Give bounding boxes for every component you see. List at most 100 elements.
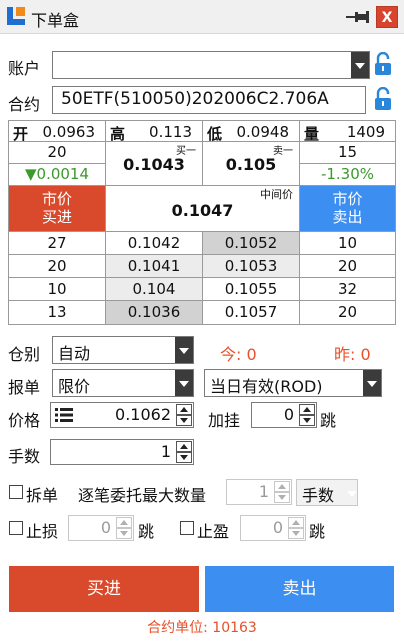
decrement-icon[interactable]	[274, 492, 290, 503]
change-pct: -1.30%	[300, 164, 396, 186]
tick-unit-label: 跳	[320, 411, 337, 430]
sell-button[interactable]: 卖出	[205, 566, 394, 612]
volume-cell: 量 1409	[300, 121, 396, 143]
low-cell: 低 0.0948	[203, 121, 300, 143]
add-ticks-value: 0	[283, 405, 294, 424]
depth-ask-price[interactable]: 0.1055	[203, 278, 300, 301]
high-value: 0.113	[149, 123, 192, 141]
validity-select[interactable]: 当日有效(ROD)	[204, 369, 382, 397]
mid-price-cell: 中间价 0.1047	[106, 186, 300, 232]
account-select[interactable]	[52, 51, 370, 79]
position-value: 自动	[58, 344, 91, 363]
split-unit-value: 手数	[302, 486, 335, 505]
depth-bid-price[interactable]: 0.104	[106, 278, 203, 301]
chevron-down-icon[interactable]	[363, 370, 381, 396]
split-max-label: 逐笔委托最大数量	[78, 486, 207, 505]
list-icon[interactable]	[55, 407, 73, 423]
split-label: 拆单	[26, 486, 59, 505]
depth-bid-size[interactable]: 27	[9, 232, 106, 255]
increment-icon[interactable]	[176, 441, 192, 452]
order-type-label: 报单	[8, 378, 41, 397]
add-ticks-stepper[interactable]: 0	[251, 402, 317, 428]
buy-button[interactable]: 买进	[9, 566, 199, 612]
mid-price: 0.1047	[171, 201, 234, 220]
decrement-icon[interactable]	[116, 528, 132, 539]
depth-ask-size[interactable]: 20	[300, 301, 396, 325]
volume-value: 1409	[346, 123, 385, 141]
depth-bid-size[interactable]: 10	[9, 278, 106, 301]
decrement-icon[interactable]	[299, 415, 315, 426]
stop-loss-checkbox[interactable]	[9, 521, 23, 535]
app-logo-icon	[7, 7, 25, 25]
market-sell-button[interactable]: 市价 卖出	[300, 186, 396, 232]
position-label: 仓别	[8, 345, 41, 364]
split-checkbox[interactable]	[9, 485, 23, 499]
order-type-select[interactable]: 限价	[52, 369, 194, 397]
change-value: ▼0.0014	[9, 164, 106, 186]
chevron-down-icon[interactable]	[175, 337, 193, 363]
increment-icon[interactable]	[288, 517, 304, 528]
stop-loss-tick-label: 跳	[138, 522, 155, 541]
add-ticks-label: 加挂	[208, 411, 241, 430]
split-max-value: 1	[258, 482, 269, 501]
bid-size[interactable]: 20	[9, 142, 106, 164]
split-unit-select[interactable]: 手数	[296, 479, 358, 506]
take-profit-value: 0	[272, 518, 283, 537]
stop-loss-stepper[interactable]: 0	[68, 515, 134, 541]
account-label: 账户	[8, 59, 41, 78]
take-profit-label: 止盈	[197, 522, 230, 541]
today-position: 今: 0	[220, 345, 257, 364]
ask-size[interactable]: 15	[300, 142, 396, 164]
open-value: 0.0963	[42, 123, 96, 141]
increment-icon[interactable]	[176, 404, 192, 415]
contract-value: 50ETF(510050)202006C2.706A	[61, 89, 329, 109]
price-value: 0.1062	[115, 405, 171, 424]
depth-bid-size[interactable]: 13	[9, 301, 106, 325]
price-label: 价格	[8, 411, 41, 430]
depth-ask-price[interactable]: 0.1057	[203, 301, 300, 325]
depth-ask-price[interactable]: 0.1053	[203, 255, 300, 278]
increment-icon[interactable]	[299, 404, 315, 415]
bid1-cell[interactable]: 买一 0.1043	[106, 142, 203, 186]
yesterday-position: 昨: 0	[334, 345, 371, 364]
depth-ask-size[interactable]: 10	[300, 232, 396, 255]
close-button[interactable]: X	[376, 6, 398, 28]
depth-ask-size[interactable]: 20	[300, 255, 396, 278]
take-profit-stepper[interactable]: 0	[240, 515, 306, 541]
increment-icon[interactable]	[116, 517, 132, 528]
open-cell: 开 0.0963	[9, 121, 106, 143]
position-select[interactable]: 自动	[52, 336, 194, 364]
high-cell: 高 0.113	[106, 121, 203, 143]
ask1-cell[interactable]: 卖一 0.105	[203, 142, 300, 186]
depth-ask-price[interactable]: 0.1052	[203, 232, 300, 255]
decrement-icon[interactable]	[288, 528, 304, 539]
decrement-icon[interactable]	[176, 452, 192, 463]
contract-field[interactable]: 50ETF(510050)202006C2.706A	[52, 86, 366, 114]
decrement-icon[interactable]	[176, 415, 192, 426]
market-buy-button[interactable]: 市价 买进	[9, 186, 106, 232]
depth-bid-size[interactable]: 20	[9, 255, 106, 278]
order-type-value: 限价	[58, 377, 91, 396]
chevron-down-icon[interactable]	[175, 370, 193, 396]
depth-bid-price[interactable]: 0.1042	[106, 232, 203, 255]
depth-bid-price[interactable]: 0.1036	[106, 301, 203, 325]
split-max-stepper[interactable]: 1	[226, 479, 292, 505]
take-profit-tick-label: 跳	[309, 522, 326, 541]
contract-unit-text: 合约单位: 10163	[147, 620, 257, 636]
validity-value: 当日有效(ROD)	[210, 377, 323, 396]
unlock-icon[interactable]	[374, 87, 392, 111]
chevron-down-icon[interactable]	[351, 52, 369, 78]
unlock-icon[interactable]	[374, 52, 392, 76]
pin-icon[interactable]	[346, 8, 370, 26]
depth-ask-size[interactable]: 32	[300, 278, 396, 301]
price-stepper[interactable]: 0.1062	[50, 402, 194, 428]
chevron-down-icon[interactable]	[343, 480, 357, 505]
bid1-price: 0.1043	[123, 155, 185, 174]
increment-icon[interactable]	[274, 481, 290, 492]
contract-label: 合约	[8, 95, 41, 114]
title-bar: 下单盒 X	[0, 0, 404, 34]
take-profit-checkbox[interactable]	[180, 521, 194, 535]
depth-bid-price[interactable]: 0.1041	[106, 255, 203, 278]
low-value: 0.0948	[236, 123, 290, 141]
qty-stepper[interactable]: 1	[50, 439, 194, 465]
